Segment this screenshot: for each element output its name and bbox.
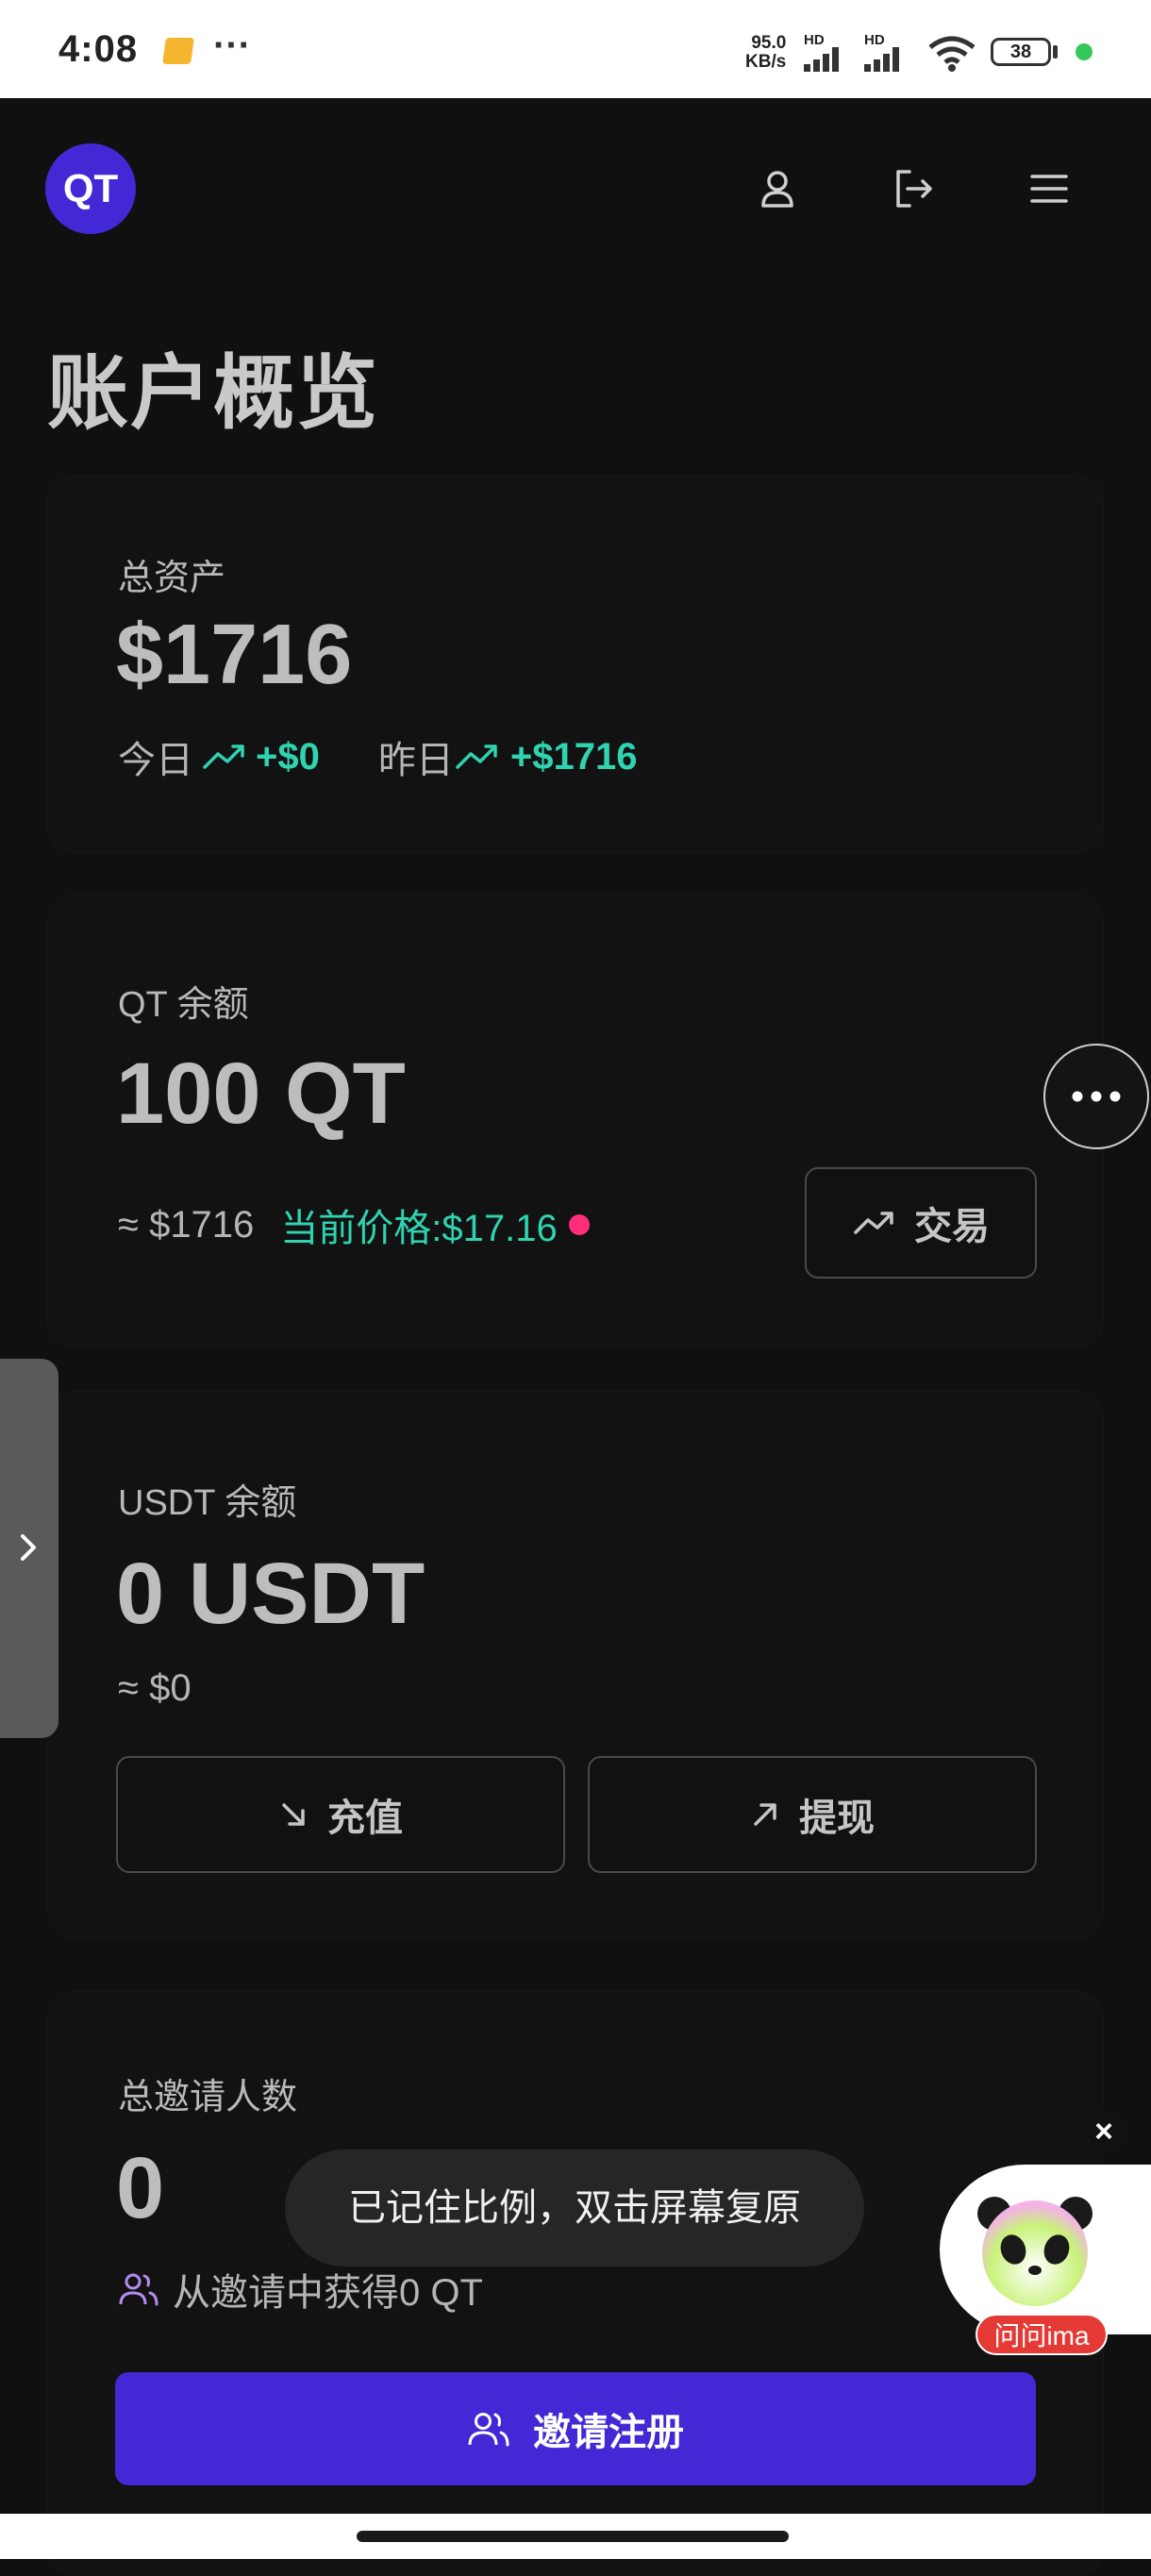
status-time: 4:08 — [58, 28, 139, 70]
arrow-up-right-icon — [754, 1803, 776, 1826]
usdt-balance-label: USDT 余额 — [118, 1483, 297, 1523]
total-assets-label: 总资产 — [118, 559, 226, 598]
chevron-right-icon — [21, 1534, 36, 1561]
invite-register-label: 邀请注册 — [533, 2412, 684, 2453]
logout-icon[interactable] — [887, 162, 940, 215]
total-assets-card: 总资产 $1716 今日 +$0 昨日 +$1716 — [47, 476, 1104, 853]
network-speed: 95.0 KB/s — [745, 33, 787, 72]
invite-register-button[interactable]: 邀请注册 — [115, 2372, 1036, 2485]
qt-logo[interactable]: QT — [45, 143, 136, 234]
invites-value: 0 — [116, 2140, 165, 2236]
hd-label-2: HD — [864, 32, 885, 48]
wifi-icon — [928, 36, 976, 72]
battery-tip — [1053, 45, 1058, 59]
yesterday-change: +$1716 — [509, 735, 638, 778]
trend-up-icon — [456, 744, 497, 769]
battery-indicator: 38 — [991, 38, 1051, 66]
qt-approx-usd: ≈ $1716 — [118, 1203, 255, 1246]
today-label: 今日 — [118, 740, 193, 781]
arrow-down-right-icon — [282, 1803, 305, 1826]
close-icon[interactable]: × — [1081, 2110, 1126, 2155]
side-drawer-handle[interactable] — [0, 1359, 58, 1738]
invite-earned-text: 从邀请中获得0 QT — [173, 2272, 483, 2314]
qt-balance-value: 100 QT — [116, 1045, 406, 1142]
trend-up-icon — [854, 1212, 893, 1234]
signal-icon — [804, 47, 839, 72]
invite-earnings-row: 从邀请中获得0 QT — [118, 2262, 483, 2317]
more-dots-icon — [1072, 1091, 1121, 1102]
asset-change-row: 今日 +$0 昨日 +$1716 — [118, 729, 637, 784]
invites-card: 总邀请人数 0 从邀请中获得0 QT — [47, 1991, 1104, 2576]
signal-icon-2 — [864, 47, 899, 72]
hd-label-1: HD — [804, 32, 825, 48]
status-bar: 4:08 ··· 95.0 KB/s HD HD 38 — [0, 0, 1151, 98]
qt-balance-card: QT 余额 100 QT ≈ $1716 当前价格:$17.16 交易 — [47, 895, 1104, 1347]
withdraw-button[interactable]: 提现 — [588, 1756, 1037, 1873]
privacy-dot — [1076, 43, 1093, 60]
usdt-approx-usd: ≈ $0 — [118, 1667, 192, 1709]
users-icon — [468, 2413, 509, 2447]
ima-assistant-bubble[interactable] — [940, 2165, 1151, 2334]
usdt-balance-value: 0 USDT — [116, 1546, 425, 1642]
toast-message: 已记住比例，双击屏幕复原 — [285, 2149, 864, 2267]
current-price: 当前价格:$17.16 — [280, 1208, 558, 1249]
menu-icon[interactable] — [1023, 162, 1076, 215]
user-icon[interactable] — [751, 162, 804, 215]
floating-more-button[interactable] — [1043, 1044, 1149, 1149]
trade-button[interactable]: 交易 — [805, 1167, 1037, 1279]
price-live-dot — [568, 1214, 590, 1235]
qt-balance-label: QT 余额 — [118, 985, 249, 1025]
more-notifications-icon: ··· — [213, 25, 251, 66]
notification-icon — [162, 38, 194, 64]
users-icon — [119, 2273, 158, 2306]
deposit-button[interactable]: 充值 — [116, 1756, 565, 1873]
today-change: +$0 — [256, 735, 320, 778]
usdt-balance-card: USDT 余额 0 USDT ≈ $0 充值 提现 — [47, 1391, 1104, 1938]
trade-button-label: 交易 — [914, 1206, 990, 1247]
qt-price-row: ≈ $1716 当前价格:$17.16 — [118, 1197, 590, 1252]
yesterday-label: 昨日 — [377, 740, 454, 781]
panda-avatar-icon — [977, 2197, 1093, 2306]
ima-tag-label[interactable]: 问问ima — [976, 2314, 1108, 2355]
withdraw-button-label: 提现 — [799, 1798, 875, 1839]
trend-up-icon — [203, 744, 244, 769]
page-title: 账户概览 — [47, 348, 379, 439]
invites-label: 总邀请人数 — [118, 2078, 298, 2117]
home-indicator[interactable] — [357, 2531, 789, 2542]
total-assets-value: $1716 — [116, 608, 353, 702]
deposit-button-label: 充值 — [327, 1798, 403, 1839]
